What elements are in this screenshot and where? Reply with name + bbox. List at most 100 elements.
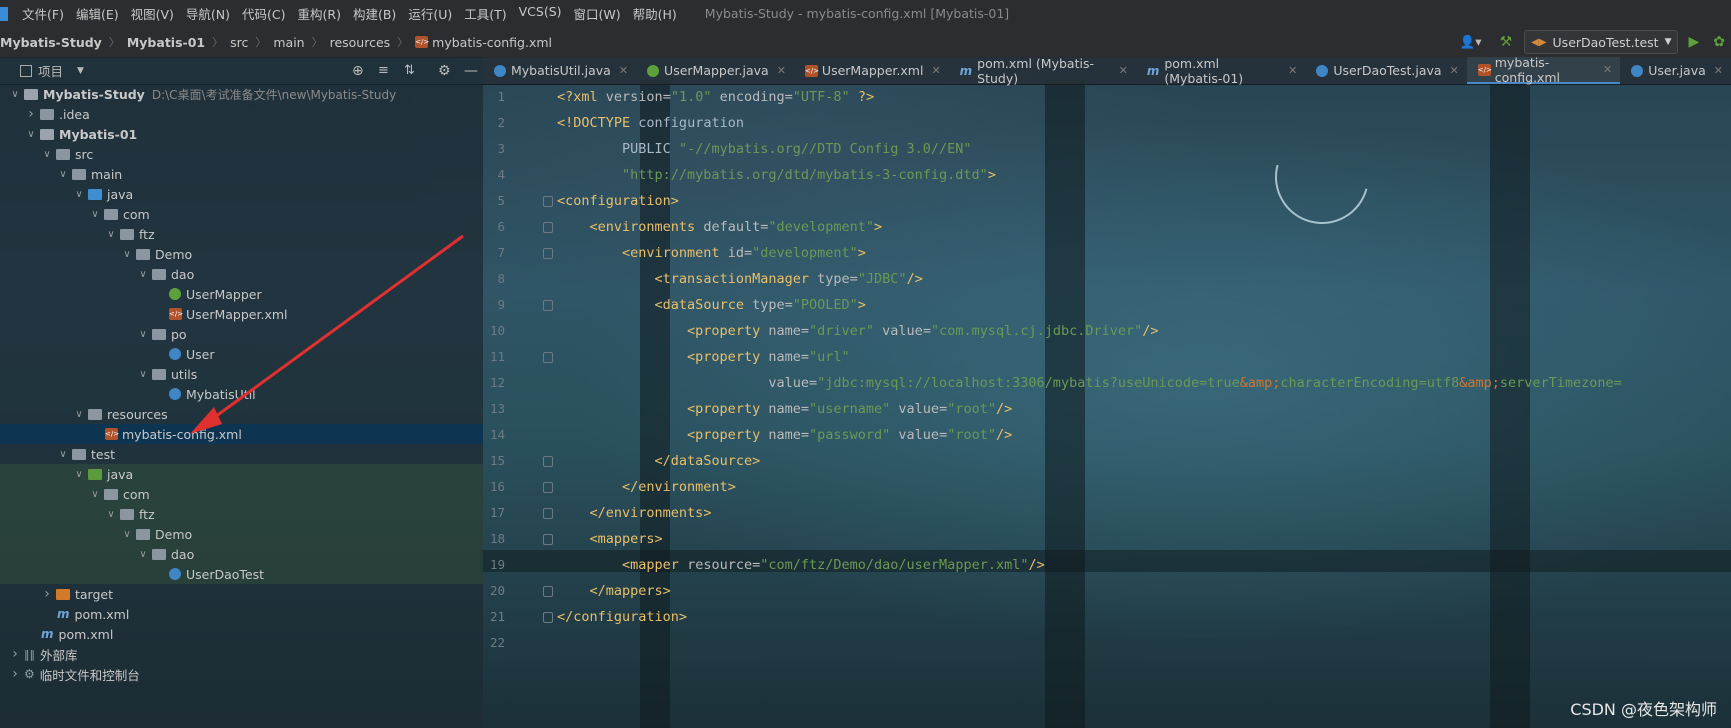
close-icon[interactable]: ✕ (619, 64, 628, 77)
tree-item[interactable]: User (0, 344, 483, 364)
chevron-down-icon[interactable]: ∨ (136, 269, 150, 280)
menu-item[interactable]: 编辑(E) (70, 4, 125, 23)
chevron-right-icon[interactable]: › (8, 666, 22, 682)
tree-item[interactable]: ∨ java (0, 464, 483, 484)
close-icon[interactable]: ✕ (931, 64, 940, 77)
menu-item[interactable]: 代码(C) (236, 4, 291, 23)
tree-item[interactable]: ∨ Demo (0, 244, 483, 264)
expand-all-icon[interactable]: ≡ (378, 63, 389, 78)
menu-item[interactable]: 视图(V) (125, 4, 180, 23)
close-icon[interactable]: ✕ (1119, 64, 1128, 77)
chevron-down-icon[interactable]: ∨ (88, 489, 102, 500)
editor-tab[interactable]: MybatisUtil.java ✕ (483, 57, 636, 84)
tree-item[interactable]: ∨ main (0, 164, 483, 184)
project-panel-title[interactable]: 项目 (38, 61, 63, 80)
tree-item[interactable]: › ⚙ 临时文件和控制台 (0, 664, 483, 684)
tree-item[interactable]: ∨ Demo (0, 524, 483, 544)
tree-item[interactable]: ∨ ftz (0, 224, 483, 244)
tree-item[interactable]: m pom.xml (0, 604, 483, 624)
breadcrumb-item[interactable]: resources (330, 35, 391, 50)
chevron-down-icon[interactable]: ∨ (56, 169, 70, 180)
fold-marker-icon[interactable] (543, 612, 553, 623)
close-icon[interactable]: ✕ (1603, 63, 1612, 76)
tree-item[interactable]: ∨ test (0, 444, 483, 464)
tree-item[interactable]: ∨ src (0, 144, 483, 164)
menu-item[interactable]: 构建(B) (347, 4, 402, 23)
chevron-down-icon[interactable]: ∨ (24, 129, 38, 140)
menu-item[interactable]: VCS(S) (513, 4, 568, 23)
tree-item[interactable]: </> UserMapper.xml (0, 304, 483, 324)
chevron-down-icon[interactable]: ∨ (72, 409, 86, 420)
editor-tab[interactable]: UserDaoTest.java ✕ (1305, 57, 1466, 84)
hide-panel-icon[interactable]: — (464, 63, 478, 79)
tree-item[interactable]: ∨ ftz (0, 504, 483, 524)
chevron-right-icon[interactable]: › (40, 586, 54, 602)
tree-item[interactable]: ∨ resources (0, 404, 483, 424)
fold-marker-icon[interactable] (543, 352, 553, 363)
tree-item[interactable]: ∨ com (0, 204, 483, 224)
chevron-down-icon[interactable]: ▼ (77, 66, 84, 76)
editor-tab[interactable]: </> mybatis-config.xml ✕ (1466, 55, 1621, 85)
tree-item[interactable]: › target (0, 584, 483, 604)
collapse-all-icon[interactable]: ⇅ (404, 63, 415, 78)
breadcrumb-item[interactable]: Mybatis-01 (127, 35, 205, 50)
run-configuration-select[interactable]: ◀▶ UserDaoTest.test ▼ (1524, 30, 1679, 54)
menu-item[interactable]: 文件(F) (16, 4, 70, 23)
fold-marker-icon[interactable] (543, 586, 553, 597)
menu-item[interactable]: 工具(T) (458, 4, 512, 23)
close-icon[interactable]: ✕ (777, 64, 786, 77)
editor-tab[interactable]: m pom.xml (Mybatis-Study) ✕ (949, 56, 1136, 86)
chevron-down-icon[interactable]: ∨ (56, 449, 70, 460)
chevron-down-icon[interactable]: ∨ (40, 149, 54, 160)
tree-item[interactable]: m pom.xml (0, 624, 483, 644)
close-icon[interactable]: ✕ (1288, 64, 1297, 77)
fold-marker-icon[interactable] (543, 300, 553, 311)
tree-item[interactable]: ∨ Mybatis-Study D:\C桌面\考试准备文件\new\Mybatis-… (0, 84, 483, 104)
fold-marker-icon[interactable] (543, 196, 553, 207)
chevron-down-icon[interactable]: ∨ (104, 229, 118, 240)
breadcrumb-item[interactable]: main (273, 35, 304, 50)
tree-item[interactable]: ∨ dao (0, 264, 483, 284)
editor-tab[interactable]: User.java ✕ (1620, 57, 1731, 84)
fold-marker-icon[interactable] (543, 222, 553, 233)
tree-item[interactable]: ∨ utils (0, 364, 483, 384)
chevron-down-icon[interactable]: ∨ (136, 369, 150, 380)
fold-marker-icon[interactable] (543, 482, 553, 493)
tree-item[interactable]: ∨ dao (0, 544, 483, 564)
tree-item[interactable]: ∨ Mybatis-01 (0, 124, 483, 144)
menu-item[interactable]: 导航(N) (180, 4, 236, 23)
tree-item[interactable]: </> mybatis-config.xml (0, 424, 483, 444)
tree-item[interactable]: ∨ po (0, 324, 483, 344)
close-icon[interactable]: ✕ (1450, 64, 1459, 77)
build-hammer-icon[interactable]: ⚒ (1500, 34, 1513, 50)
code-editor[interactable]: <?xml version="1.0" encoding="UTF-8" ?> <… (543, 84, 1731, 728)
chevron-right-icon[interactable]: › (8, 646, 22, 662)
breadcrumb-item[interactable]: Mybatis-Study (0, 35, 102, 50)
gear-icon[interactable]: ⚙ (438, 63, 451, 79)
fold-marker-icon[interactable] (543, 508, 553, 519)
chevron-down-icon[interactable]: ∨ (72, 469, 86, 480)
user-icon[interactable]: 👤▾ (1460, 34, 1482, 50)
debug-icon[interactable]: ✿ (1713, 34, 1725, 50)
chevron-down-icon[interactable]: ∨ (104, 509, 118, 520)
chevron-right-icon[interactable]: › (24, 106, 38, 122)
tree-item[interactable]: ∨ java (0, 184, 483, 204)
tree-item[interactable]: UserMapper (0, 284, 483, 304)
chevron-down-icon[interactable]: ∨ (88, 209, 102, 220)
tree-item[interactable]: MybatisUtil (0, 384, 483, 404)
editor-tab[interactable]: UserMapper.java ✕ (636, 57, 794, 84)
tree-item[interactable]: ∨ com (0, 484, 483, 504)
tree-item[interactable]: › ‖‖ 外部库 (0, 644, 483, 664)
run-icon[interactable]: ▶ (1688, 34, 1699, 50)
menu-item[interactable]: 帮助(H) (627, 4, 683, 23)
menu-item[interactable]: 重构(R) (292, 4, 347, 23)
menu-item[interactable]: 窗口(W) (568, 4, 627, 23)
chevron-down-icon[interactable]: ∨ (8, 89, 22, 100)
editor-tab[interactable]: m pom.xml (Mybatis-01) ✕ (1136, 56, 1306, 86)
fold-marker-icon[interactable] (543, 456, 553, 467)
breadcrumb-item[interactable]: src (230, 35, 248, 50)
tree-item[interactable]: › .idea (0, 104, 483, 124)
chevron-down-icon[interactable]: ∨ (72, 189, 86, 200)
locate-file-icon[interactable]: ⊕ (352, 63, 364, 79)
editor-tab[interactable]: </> UserMapper.xml ✕ (794, 57, 949, 84)
